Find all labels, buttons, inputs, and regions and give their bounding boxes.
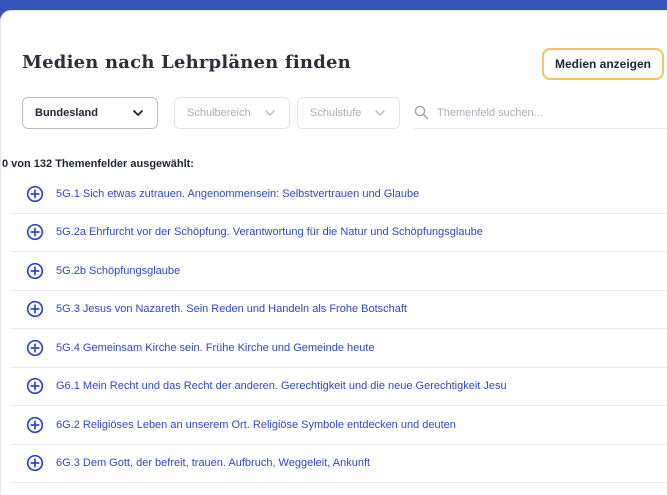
plus-circle-icon[interactable] bbox=[26, 454, 44, 472]
list-item[interactable]: 5G.2b Schöpfungsglaube bbox=[11, 252, 667, 291]
schulstufe-select-label: Schulstufe bbox=[310, 107, 362, 119]
plus-circle-icon[interactable] bbox=[26, 262, 44, 280]
curriculum-panel: Medien nach Lehrplänen finden Medien anz… bbox=[1, 11, 667, 495]
schulbereich-select-label: Schulbereich bbox=[187, 107, 251, 119]
plus-circle-icon[interactable] bbox=[26, 416, 44, 434]
list-item[interactable]: 5G.4 Gemeinsam Kirche sein. Frühe Kirche… bbox=[11, 329, 667, 368]
topic-label: 6G.2 Religiöses Leben an unserem Ort. Re… bbox=[56, 418, 456, 431]
topic-label: 6G.3 Dem Gott, der befreit, trauen. Aufb… bbox=[56, 457, 371, 470]
chevron-down-icon bbox=[265, 110, 275, 116]
chevron-down-icon bbox=[375, 110, 385, 116]
chevron-down-icon bbox=[133, 110, 143, 116]
list-item[interactable]: 5G.1 Sich etwas zutrauen. Angenommensein… bbox=[11, 175, 667, 214]
topic-label: G6.1 Mein Recht und das Recht der andere… bbox=[56, 380, 507, 393]
page-title: Medien nach Lehrplänen finden bbox=[22, 52, 351, 73]
selection-count: 0 von 132 Themenfelder ausgewählt: bbox=[2, 158, 194, 170]
show-media-button[interactable]: Medien anzeigen bbox=[542, 48, 664, 80]
plus-circle-icon[interactable] bbox=[26, 377, 44, 395]
plus-circle-icon[interactable] bbox=[26, 223, 44, 241]
search-input[interactable]: Themenfeld suchen... bbox=[437, 107, 543, 119]
plus-circle-icon[interactable] bbox=[26, 300, 44, 318]
list-item[interactable]: G6.1 Mein Recht und das Recht der andere… bbox=[11, 368, 667, 406]
search-icon bbox=[414, 105, 429, 120]
plus-circle-icon[interactable] bbox=[26, 185, 44, 203]
schulstufe-select[interactable]: Schulstufe bbox=[297, 97, 400, 129]
schulbereich-select[interactable]: Schulbereich bbox=[174, 97, 290, 129]
list-item[interactable]: 5G.3 Jesus von Nazareth. Sein Reden und … bbox=[11, 291, 667, 329]
list-item[interactable]: 6G.2 Religiöses Leben an unserem Ort. Re… bbox=[11, 406, 667, 445]
topic-search[interactable]: Themenfeld suchen... bbox=[414, 97, 667, 129]
list-item[interactable]: 5G.2a Ehrfurcht vor der Schöpfung. Veran… bbox=[11, 214, 667, 252]
bundesland-select[interactable]: Bundesland bbox=[22, 97, 158, 129]
topic-label: 5G.1 Sich etwas zutrauen. Angenommensein… bbox=[56, 187, 420, 200]
topic-label: 5G.2b Schöpfungsglaube bbox=[56, 264, 181, 277]
list-item[interactable]: 6G.3 Dem Gott, der befreit, trauen. Aufb… bbox=[11, 445, 667, 483]
plus-circle-icon[interactable] bbox=[26, 339, 44, 357]
topic-label: 5G.3 Jesus von Nazareth. Sein Reden und … bbox=[56, 303, 407, 316]
bundesland-select-label: Bundesland bbox=[35, 107, 98, 119]
topic-label: 5G.4 Gemeinsam Kirche sein. Frühe Kirche… bbox=[56, 341, 375, 354]
topic-list: 5G.1 Sich etwas zutrauen. Angenommensein… bbox=[11, 175, 667, 483]
topic-label: 5G.2a Ehrfurcht vor der Schöpfung. Veran… bbox=[56, 226, 483, 239]
